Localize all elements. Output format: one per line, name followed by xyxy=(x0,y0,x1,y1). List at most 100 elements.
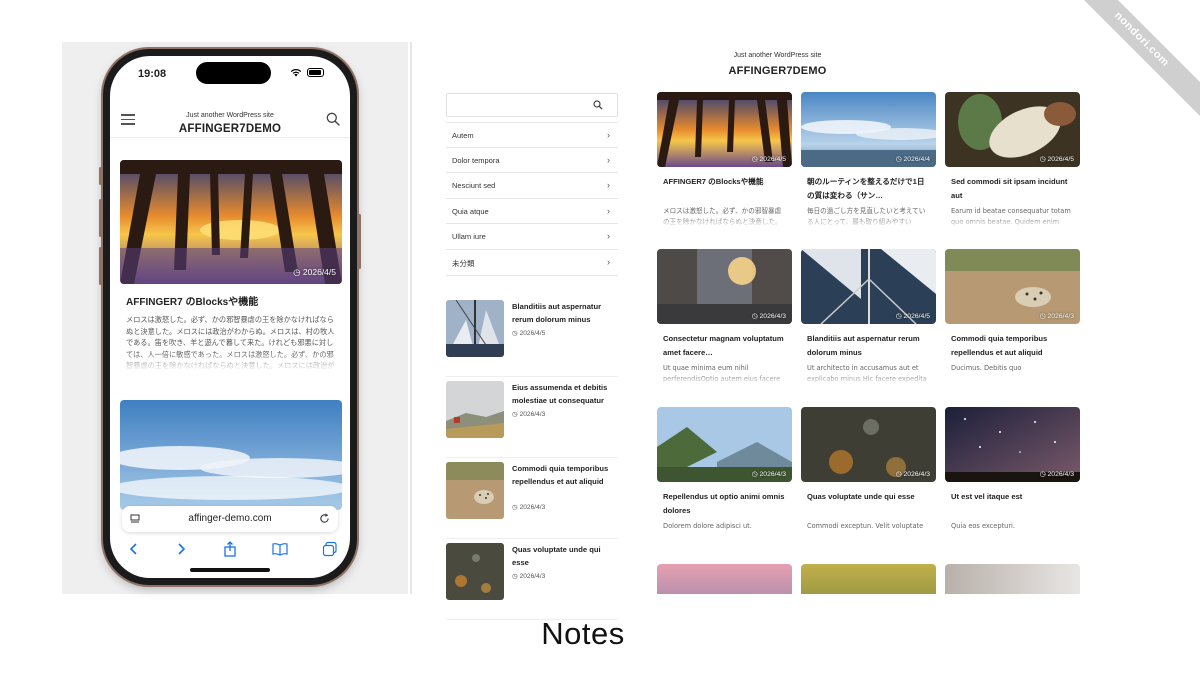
back-icon[interactable] xyxy=(126,541,142,557)
mobile-site-title[interactable]: AFFINGER7DEMO xyxy=(110,123,350,135)
search-icon[interactable] xyxy=(593,100,603,110)
post-date: ◷ 2026/4/5 xyxy=(895,313,930,320)
post-card[interactable]: ◷ 2026/4/3 Consectetur magnam voluptatum… xyxy=(657,249,792,385)
sidebar-post-item[interactable]: Eius assumenda et debitis molestiae ut c… xyxy=(446,377,618,458)
blurred-thumbnail xyxy=(945,564,1080,594)
mobile-post-card[interactable]: ◷ 2026/4/5 AFFINGER7 のBlocksや機能 メロスは激怒した… xyxy=(120,160,342,372)
mobile-site-header: Just another WordPress site AFFINGER7DEM… xyxy=(110,98,350,138)
rain-window-thumbnail xyxy=(446,543,504,600)
post-card[interactable]: ◷ 2026/4/4 朝のルーティンを整えるだけで1日の質は変わる（サン… 毎日… xyxy=(801,92,936,228)
sky-clouds-thumbnail[interactable] xyxy=(120,400,342,510)
pier-sunset-thumbnail: ◷ 2026/4/5 xyxy=(657,92,792,167)
post-date: ◷ 2026/4/5 xyxy=(293,267,336,277)
category-label: 未分類 xyxy=(452,258,475,268)
post-date: ◷ 2026/4/3 xyxy=(751,471,786,478)
share-icon[interactable] xyxy=(222,541,238,557)
post-card[interactable]: ◷ 2026/4/5 Sed commodi sit ipsam incidun… xyxy=(945,92,1080,228)
post-card[interactable]: ◷ 2026/4/3 Quas voluptate unde qui esse … xyxy=(801,407,936,543)
phone-side-button xyxy=(358,214,361,269)
post-title[interactable]: AFFINGER7 のBlocksや機能 xyxy=(120,293,342,308)
post-date: ◷ 2026/4/3 xyxy=(895,471,930,478)
category-label: Dolor tempora xyxy=(452,155,500,165)
sidebar-post-title[interactable]: Commodi quia temporibus repellendus et a… xyxy=(512,463,618,488)
post-title[interactable]: 朝のルーティンを整えるだけで1日の質は変わる（サン… xyxy=(801,175,936,202)
post-card[interactable]: ◷ 2026/4/5 Blanditiis aut aspernatur rer… xyxy=(801,249,936,385)
phone-action-button xyxy=(99,167,102,185)
post-title[interactable]: AFFINGER7 のBlocksや機能 xyxy=(657,175,792,202)
sidebar-post-date: ◷ 2026/4/5 xyxy=(512,330,546,337)
battery-icon xyxy=(307,68,324,77)
category-item[interactable]: 未分類 › xyxy=(446,250,618,276)
post-excerpt: Ducimus. Debitis quo xyxy=(951,364,1022,372)
post-card[interactable]: ◷ 2026/4/3 Ut est vel itaque est Quia eo… xyxy=(945,407,1080,543)
dynamic-island xyxy=(196,62,271,84)
post-excerpt: メロスは激怒した。必ず、かの邪智暴虐の王を除かなければならぬと決意した。メロスに… xyxy=(126,315,335,370)
category-item[interactable]: Quia atque › xyxy=(446,199,618,225)
caption: Notes xyxy=(541,616,625,651)
chevron-right-icon: › xyxy=(607,130,610,140)
leopard-thumbnail xyxy=(446,462,504,519)
post-card[interactable]: ◷ 2026/4/5 AFFINGER7 のBlocksや機能 メロスは激怒した… xyxy=(657,92,792,228)
sidebar-post-item[interactable]: Commodi quia temporibus repellendus et a… xyxy=(446,458,618,539)
sidebar-post-item[interactable]: Blanditiis aut aspernatur rerum dolorum … xyxy=(446,296,618,377)
post-title[interactable]: Blanditiis aut aspernatur rerum dolorum … xyxy=(801,332,936,359)
post-card[interactable] xyxy=(657,564,792,594)
category-label: Autem xyxy=(452,131,474,140)
post-card[interactable]: ◷ 2026/4/3 Repellendus ut optio animi om… xyxy=(657,407,792,543)
starry-sky-thumbnail: ◷ 2026/4/3 xyxy=(945,407,1080,482)
post-date: ◷ 2026/4/3 xyxy=(751,313,786,320)
status-icons xyxy=(290,68,324,77)
post-excerpt: Quia eos excepturi. xyxy=(951,522,1015,530)
post-title[interactable]: Repellendus ut optio animi omnis dolores xyxy=(657,490,792,517)
post-excerpt: Earum id beatae consequatur totam quo om… xyxy=(951,207,1071,226)
watermark-text: nondori.com xyxy=(1111,9,1172,70)
post-grid: ◷ 2026/4/5 AFFINGER7 のBlocksや機能 メロスは激怒した… xyxy=(657,92,1080,594)
slide: 19:08 Just another WordPress site AFFING… xyxy=(0,0,1200,675)
post-date: ◷ 2026/4/4 xyxy=(895,156,930,163)
rain-window-thumbnail: ◷ 2026/4/3 xyxy=(801,407,936,482)
sidebar-post-date: ◷ 2026/4/3 xyxy=(512,573,546,580)
bookmarks-icon[interactable] xyxy=(272,541,288,557)
post-title[interactable]: Quas voluptate unde qui esse xyxy=(801,490,936,517)
mobile-site-tagline: Just another WordPress site xyxy=(186,112,274,119)
category-label: Ullam iure xyxy=(452,232,486,242)
category-item[interactable]: Ullam iure › xyxy=(446,224,618,250)
url-text: affinger-demo.com xyxy=(188,513,272,524)
category-item[interactable]: Dolor tempora › xyxy=(446,148,618,174)
sidebar-search-box[interactable] xyxy=(446,93,618,117)
sidebar-post-item[interactable]: Quas voluptate unde qui esse ◷ 2026/4/3 xyxy=(446,539,618,620)
phone-volume-down xyxy=(99,247,102,285)
reload-icon[interactable] xyxy=(319,513,330,524)
chevron-right-icon: › xyxy=(607,231,610,242)
post-card[interactable] xyxy=(945,564,1080,594)
category-item[interactable]: Autem › xyxy=(446,122,618,148)
post-date: ◷ 2026/4/3 xyxy=(1039,313,1074,320)
post-excerpt: 毎日の過ごし方を見直したいと考えている人にとって、最も取り組みやすい xyxy=(807,207,926,226)
pink-sky-thumbnail xyxy=(657,564,792,594)
post-title[interactable]: Consectetur magnam voluptatum amet facer… xyxy=(657,332,792,359)
post-title[interactable]: Sed commodi sit ipsam incidunt aut xyxy=(945,175,1080,202)
post-date: ◷ 2026/4/3 xyxy=(1039,471,1074,478)
sidebar-post-date: ◷ 2026/4/3 xyxy=(512,504,546,511)
post-excerpt: メロスは激怒した。必ず、かの邪智暴虐の王を除かなければならぬと決意した。メロスに… xyxy=(663,207,782,226)
category-item[interactable]: Nesciunt sed › xyxy=(446,173,618,199)
sidebar-post-title[interactable]: Eius assumenda et debitis molestiae ut c… xyxy=(512,382,618,407)
browser-address-bar[interactable]: affinger-demo.com xyxy=(122,506,338,532)
post-excerpt: Ut quae minima eum nihil perferendisOpti… xyxy=(663,364,781,383)
sailboat-thumbnail xyxy=(446,300,504,357)
leopard-thumbnail: ◷ 2026/4/3 xyxy=(945,249,1080,324)
post-excerpt: Ut architecto in accusamus aut et explic… xyxy=(807,364,927,383)
search-icon[interactable] xyxy=(326,112,340,126)
post-card[interactable] xyxy=(801,564,936,594)
desktop-site-title[interactable]: AFFINGER7DEMO xyxy=(660,65,895,77)
forward-icon[interactable] xyxy=(173,541,189,557)
post-card[interactable]: ◷ 2026/4/3 Commodi quia temporibus repel… xyxy=(945,249,1080,385)
sidebar-post-title[interactable]: Quas voluptate unde qui esse xyxy=(512,544,618,569)
tabs-icon[interactable] xyxy=(322,541,338,557)
sailboat-thumbnail: ◷ 2026/4/5 xyxy=(801,249,936,324)
post-title[interactable]: Commodi quia temporibus repellendus et a… xyxy=(945,332,1080,359)
sidebar-post-title[interactable]: Blanditiis aut aspernatur rerum dolorum … xyxy=(512,301,618,326)
foggy-hill-thumbnail xyxy=(446,381,504,438)
post-title[interactable]: Ut est vel itaque est xyxy=(945,490,1080,517)
phone-mockup: 19:08 Just another WordPress site AFFING… xyxy=(99,49,361,585)
